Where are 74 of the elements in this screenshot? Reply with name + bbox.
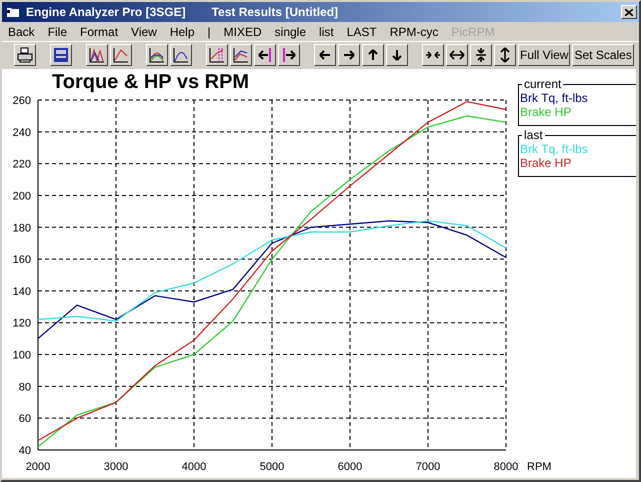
curve-chart-icon bbox=[173, 47, 189, 63]
toolbar-button[interactable] bbox=[14, 44, 36, 66]
y-tick-label: 40 bbox=[18, 445, 31, 457]
toolbar-button[interactable] bbox=[170, 44, 192, 66]
x-tick-label: 5000 bbox=[260, 461, 284, 473]
menu-item[interactable]: MIXED bbox=[224, 24, 262, 38]
toolbar-button[interactable] bbox=[494, 44, 516, 66]
menu-item[interactable]: Back bbox=[8, 24, 35, 38]
toolbar-button[interactable] bbox=[386, 44, 408, 66]
y-tick-label: 100 bbox=[12, 350, 31, 362]
close-icon bbox=[625, 8, 633, 16]
toolbar-button[interactable] bbox=[110, 44, 132, 66]
x-tick-label: 8000 bbox=[494, 461, 518, 473]
window-title: Engine Analyzer Pro [3SGE] bbox=[26, 5, 186, 19]
toolbar-button[interactable]: Full View bbox=[518, 44, 570, 66]
y-tick-label: 180 bbox=[12, 222, 31, 234]
x-tick-label: 2000 bbox=[26, 461, 50, 473]
toolbar-button[interactable] bbox=[362, 44, 384, 66]
toolbar-button[interactable] bbox=[230, 44, 252, 66]
marker-chart-icon bbox=[209, 47, 225, 63]
legend-entry: Brake HP bbox=[520, 105, 572, 119]
menu-item[interactable]: | bbox=[208, 24, 211, 38]
x-axis-label: RPM bbox=[527, 461, 552, 473]
y-tick-label: 140 bbox=[12, 286, 31, 298]
y-tick-label: 220 bbox=[12, 158, 31, 171]
right-arrow-bar-icon bbox=[281, 47, 297, 63]
legend-entry: Brake HP bbox=[520, 156, 572, 170]
toolbar-button[interactable] bbox=[206, 44, 228, 66]
x-tick-label: 3000 bbox=[104, 461, 128, 473]
document-title: Test Results [Untitled] bbox=[212, 5, 338, 19]
toolbar-button[interactable]: Set Scales bbox=[572, 44, 634, 66]
y-tick-label: 60 bbox=[18, 413, 31, 426]
menu-item[interactable]: Format bbox=[80, 24, 118, 38]
menu-item[interactable]: RPM-cyc bbox=[390, 24, 438, 38]
x-tick-label: 4000 bbox=[182, 461, 206, 473]
menu-item[interactable]: View bbox=[131, 24, 157, 38]
x-tick-label: 7000 bbox=[416, 461, 440, 473]
toolbar-button[interactable] bbox=[314, 44, 336, 66]
chart-title: Torque & HP vs RPM bbox=[52, 71, 250, 93]
toolbar-button[interactable] bbox=[146, 44, 168, 66]
folder-icon bbox=[6, 6, 20, 18]
menu-item[interactable]: Help bbox=[170, 24, 195, 38]
peaks-chart-icon bbox=[89, 47, 105, 63]
y-tick-label: 120 bbox=[12, 318, 31, 330]
legend-title: last bbox=[523, 128, 544, 142]
y-tick-label: 200 bbox=[12, 190, 31, 202]
toolbar-button[interactable] bbox=[338, 44, 360, 66]
toolbar-button[interactable] bbox=[86, 44, 108, 66]
menu-item[interactable]: LAST bbox=[346, 24, 377, 38]
left-arrow-bar-icon bbox=[257, 47, 273, 63]
y-tick-label: 240 bbox=[12, 126, 31, 139]
chart-icon bbox=[233, 47, 249, 63]
close-button[interactable] bbox=[621, 5, 637, 19]
y-tick-label: 80 bbox=[18, 381, 31, 394]
menu-item[interactable]: File bbox=[48, 24, 68, 38]
toolbar-button[interactable] bbox=[278, 44, 300, 66]
screen-icon bbox=[53, 47, 69, 63]
legend-title: current bbox=[523, 77, 562, 91]
curves-chart-icon bbox=[149, 47, 165, 63]
line-chart-icon bbox=[113, 47, 129, 63]
toolbar-button[interactable] bbox=[470, 44, 492, 66]
arrows-vertical-inward-icon bbox=[473, 47, 489, 63]
toolbar-button[interactable] bbox=[254, 44, 276, 66]
legend-entry: Brk Tq, ft-lbs bbox=[520, 142, 589, 156]
legend-entry: Brk Tq, ft-lbs bbox=[520, 91, 589, 105]
printer-icon bbox=[17, 47, 33, 63]
toolbar-button[interactable] bbox=[446, 44, 468, 66]
toolbar-button[interactable] bbox=[422, 44, 444, 66]
menu-item[interactable]: list bbox=[319, 24, 334, 38]
y-tick-label: 260 bbox=[12, 95, 31, 107]
toolbar-button[interactable] bbox=[50, 44, 72, 66]
x-tick-label: 6000 bbox=[338, 461, 362, 473]
y-tick-label: 160 bbox=[12, 254, 31, 266]
menu-item[interactable]: single bbox=[274, 24, 306, 38]
